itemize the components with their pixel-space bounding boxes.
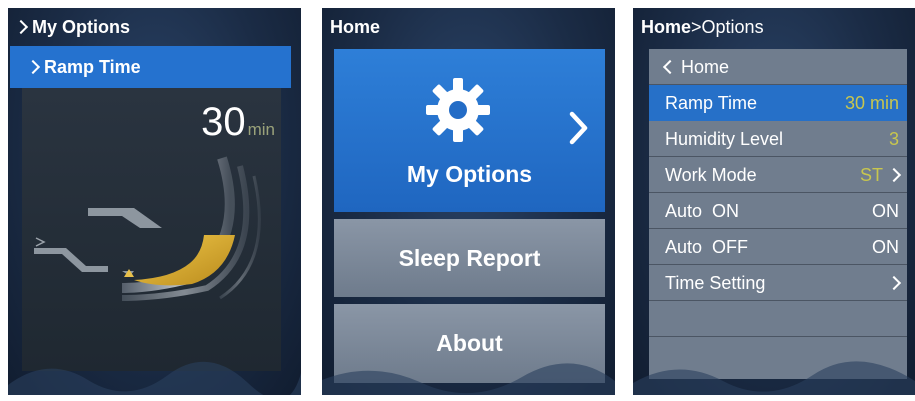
option-humidity-level[interactable]: Humidity Level 3 — [649, 121, 907, 157]
options-screen: Home>Options Home Ramp Time 30 min Humid… — [633, 8, 915, 395]
ramp-graphic-area: 30 min — [22, 88, 281, 371]
chevron-left-icon — [662, 59, 678, 75]
option-label: Ramp Time — [665, 93, 758, 113]
option-ramp-time[interactable]: Ramp Time 30 min — [649, 85, 907, 121]
screen-header: Home>Options — [633, 8, 915, 46]
option-label: Auto ON — [665, 201, 740, 221]
option-label: Auto OFF — [665, 237, 749, 257]
my-options-label: My Options — [406, 161, 533, 187]
option-value: 3 — [888, 129, 899, 149]
gear-icon — [426, 78, 490, 142]
breadcrumb-current: Options — [701, 17, 764, 37]
back-item[interactable]: Home — [649, 49, 907, 85]
chevron-right-icon — [25, 59, 41, 75]
breadcrumb-home: Home — [641, 17, 692, 37]
option-value: 30 min — [844, 93, 899, 113]
header-title: My Options — [32, 17, 130, 37]
home-screen: Home My Options Sleep Report About — [322, 8, 615, 395]
ramp-time-screen: My Options Ramp Time 30 min — [8, 8, 301, 395]
option-label: Time Setting — [665, 273, 766, 293]
back-label: Home — [662, 49, 729, 85]
option-value-wrap — [883, 265, 902, 301]
chevron-right-icon — [569, 111, 588, 145]
option-value-wrap: ST — [859, 157, 902, 193]
chevron-right-icon — [13, 19, 29, 35]
option-value: ON — [872, 237, 899, 257]
options-list: Home Ramp Time 30 min Humidity Level 3 W… — [649, 49, 907, 379]
option-value: ON — [872, 201, 899, 221]
screen-header: Home — [330, 17, 381, 37]
option-label: Humidity Level — [665, 129, 784, 149]
about-button[interactable]: About — [334, 304, 605, 383]
chevron-right-icon — [886, 167, 902, 183]
my-options-button[interactable]: My Options — [334, 49, 605, 212]
breadcrumb-separator: > — [691, 17, 702, 37]
empty-row — [649, 337, 907, 373]
option-auto-on[interactable]: Auto ON ON — [649, 193, 907, 229]
option-auto-off[interactable]: Auto OFF ON — [649, 229, 907, 265]
chevron-right-icon — [886, 275, 902, 291]
ramp-time-label: Ramp Time — [44, 57, 141, 77]
option-work-mode[interactable]: Work Mode ST — [649, 157, 907, 193]
empty-row — [649, 301, 907, 337]
ramp-time-item[interactable]: Ramp Time — [10, 46, 291, 88]
sleep-report-button[interactable]: Sleep Report — [334, 219, 605, 297]
option-time-setting[interactable]: Time Setting — [649, 265, 907, 301]
screen-header: My Options — [8, 8, 301, 46]
option-value: ST — [859, 165, 883, 185]
option-label: Work Mode — [665, 165, 757, 185]
ramp-curve-graphic — [34, 156, 261, 301]
